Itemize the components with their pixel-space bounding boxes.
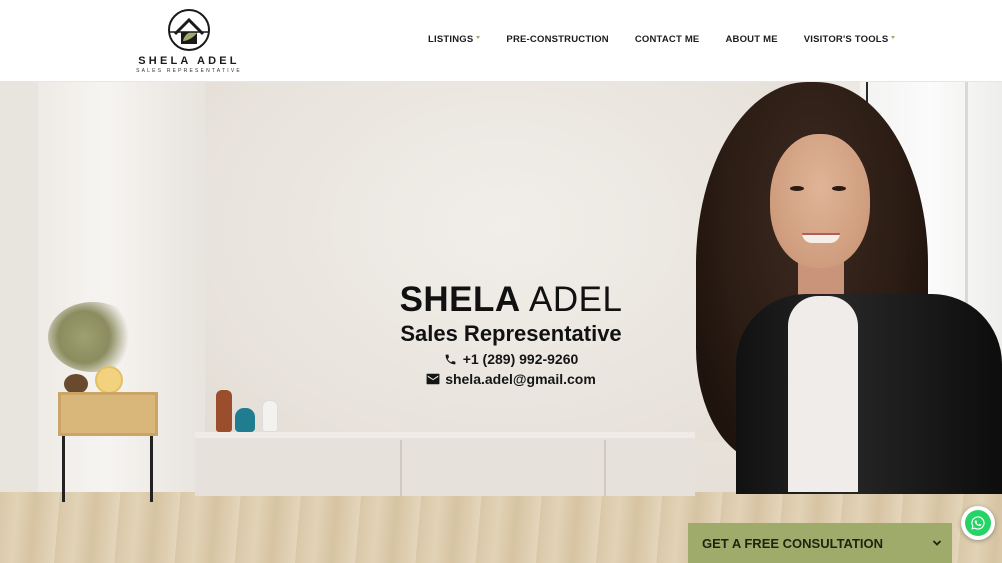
main-nav: LISTINGS PRE-CONSTRUCTION CONTACT ME ABO…: [428, 34, 896, 45]
portrait-face: [770, 134, 870, 268]
background-cabinet: [195, 432, 695, 496]
logo-name: SHELA ADEL: [138, 55, 240, 67]
logo-mark-icon: [168, 9, 210, 51]
nav-item-contact-me[interactable]: CONTACT ME: [635, 34, 700, 45]
table-leg: [150, 436, 153, 502]
logo[interactable]: SHELA ADEL SALES REPRESENTATIVE: [128, 8, 250, 74]
logo-tagline: SALES REPRESENTATIVE: [136, 68, 242, 74]
phone-icon: [444, 352, 458, 366]
nav-item-label: LISTINGS: [428, 34, 474, 45]
hero-role: Sales Representative: [400, 321, 622, 346]
portrait-shirt: [788, 296, 858, 492]
hero-name: SHELA ADEL: [380, 281, 642, 319]
nav-item-label: CONTACT ME: [634, 34, 700, 45]
email-icon: [426, 372, 440, 386]
nav-item-label: VISITOR'S TOOLS: [803, 34, 889, 45]
nav-item-about-me[interactable]: ABOUT ME: [725, 34, 777, 45]
cabinet-divider: [400, 440, 402, 496]
caret-down-icon: [476, 36, 481, 39]
cabinet-divider: [604, 440, 606, 496]
nav-item-visitors-tools[interactable]: VISITOR'S TOOLS: [804, 34, 896, 45]
nav-item-label: ABOUT ME: [725, 34, 778, 45]
cta-label: GET A FREE CONSULTATION: [702, 535, 884, 551]
vase-decor: [262, 400, 278, 432]
clock-decor: [95, 366, 123, 394]
email-line[interactable]: shela.adel@gmail.com: [380, 371, 642, 387]
vase-decor: [235, 408, 255, 432]
hero-first-name: SHELA: [399, 280, 521, 319]
email-address: shela.adel@gmail.com: [445, 371, 596, 387]
portrait-jacket: [736, 294, 1002, 494]
agent-portrait: [686, 82, 1002, 494]
nav-item-label: PRE-CONSTRUCTION: [506, 34, 609, 45]
hero-last-name: ADEL: [528, 280, 623, 319]
portrait-eye: [790, 186, 804, 191]
table-leg: [62, 436, 65, 502]
portrait-mouth: [802, 233, 840, 243]
hero-intro: SHELA ADEL Sales Representative +1 (289)…: [380, 281, 642, 388]
site-header: SHELA ADEL SALES REPRESENTATIVE LISTINGS…: [0, 0, 1002, 82]
side-table: [58, 392, 158, 436]
portrait-eye: [832, 186, 846, 191]
phone-line[interactable]: +1 (289) 992-9260: [380, 351, 642, 367]
phone-number: +1 (289) 992-9260: [462, 351, 579, 367]
nav-item-listings[interactable]: LISTINGS: [428, 34, 481, 45]
background-wall-left: [0, 82, 40, 512]
free-consultation-button[interactable]: GET A FREE CONSULTATION: [688, 523, 952, 563]
whatsapp-button[interactable]: [961, 506, 995, 540]
caret-down-icon: [891, 36, 896, 39]
decor-ball: [64, 374, 88, 394]
chevron-down-icon: [932, 540, 942, 546]
vase-decor: [216, 390, 232, 432]
nav-item-pre-construction[interactable]: PRE-CONSTRUCTION: [506, 34, 608, 45]
plant-decor: [48, 302, 138, 372]
whatsapp-icon: [965, 510, 991, 536]
